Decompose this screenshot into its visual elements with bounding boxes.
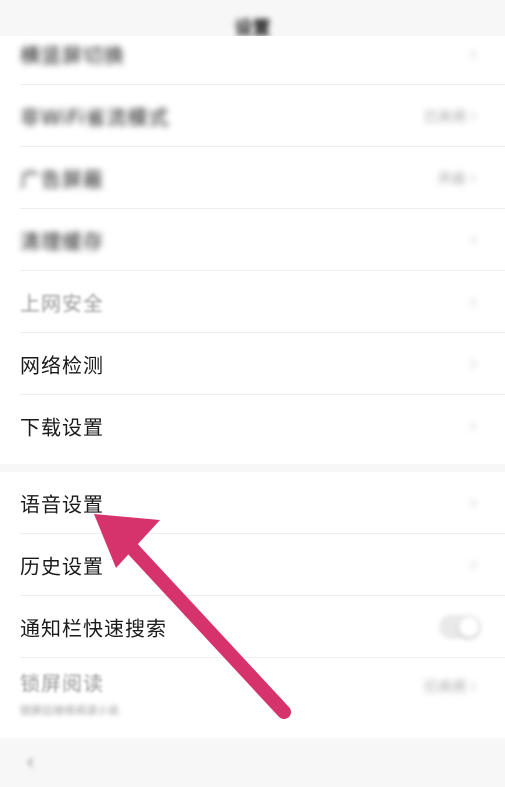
settings-row-ad-block[interactable]: 广告屏蔽 开启 ›	[0, 147, 505, 209]
settings-group-more: 语音设置 › 历史设置 › 通知栏快速搜索 锁屏阅读 锁屏后继续阅读小说 已关闭…	[0, 472, 505, 738]
settings-row-web-security[interactable]: 上网安全 ›	[0, 271, 505, 333]
settings-row-screen-rotation[interactable]: 横竖屏切换 ›	[0, 23, 505, 85]
chevron-right-icon: ›	[469, 291, 477, 313]
settings-row-label: 横竖屏切换	[20, 43, 125, 68]
back-arrow-icon[interactable]: ‹	[26, 750, 35, 775]
settings-row-data-saver[interactable]: 非WiFi省流模式 已关闭 ›	[0, 85, 505, 147]
settings-row-label: 通知栏快速搜索	[20, 616, 167, 641]
settings-row-label: 非WiFi省流模式	[20, 105, 170, 130]
settings-group-general: 横竖屏切换 › 非WiFi省流模式 已关闭 › 广告屏蔽 开启 › 清理缓存 › 上…	[0, 36, 505, 464]
settings-row-label: 上网安全	[20, 291, 104, 316]
settings-row-network-check[interactable]: 网络检测 ›	[0, 333, 505, 395]
settings-row-download[interactable]: 下载设置 ›	[0, 395, 505, 457]
settings-row-label: 清理缓存	[20, 229, 104, 254]
chevron-right-icon: ›	[469, 415, 477, 437]
settings-row-voice[interactable]: 语音设置 ›	[0, 472, 505, 534]
chevron-right-icon: ›	[469, 353, 477, 375]
chevron-right-icon: ›	[469, 167, 477, 189]
chevron-right-icon: ›	[469, 229, 477, 251]
notification-search-toggle[interactable]	[439, 615, 481, 639]
chevron-right-icon: ›	[469, 675, 477, 697]
settings-row-label: 历史设置	[20, 554, 104, 579]
settings-row-label: 网络检测	[20, 353, 104, 378]
settings-row-label: 下载设置	[20, 415, 104, 440]
settings-row-label: 语音设置	[20, 492, 104, 517]
settings-row-value: 已关闭 ›	[423, 105, 477, 127]
settings-row-label: 锁屏阅读	[20, 671, 104, 696]
settings-row-value: 已关闭 ›	[423, 675, 477, 697]
settings-row-label: 广告屏蔽	[20, 167, 104, 192]
bottom-bar: ‹	[0, 740, 505, 787]
settings-row-value: 开启 ›	[437, 167, 477, 189]
settings-row-history[interactable]: 历史设置 ›	[0, 534, 505, 596]
settings-row-clear-cache[interactable]: 清理缓存 ›	[0, 209, 505, 271]
chevron-right-icon: ›	[469, 554, 477, 576]
settings-row-notification-search[interactable]: 通知栏快速搜索	[0, 596, 505, 658]
chevron-right-icon: ›	[469, 492, 477, 514]
settings-row-lockscreen-reading[interactable]: 锁屏阅读 锁屏后继续阅读小说 已关闭 ›	[0, 658, 505, 730]
settings-row-subtitle: 锁屏后继续阅读小说	[20, 704, 119, 717]
chevron-right-icon: ›	[469, 43, 477, 65]
chevron-right-icon: ›	[469, 105, 477, 127]
